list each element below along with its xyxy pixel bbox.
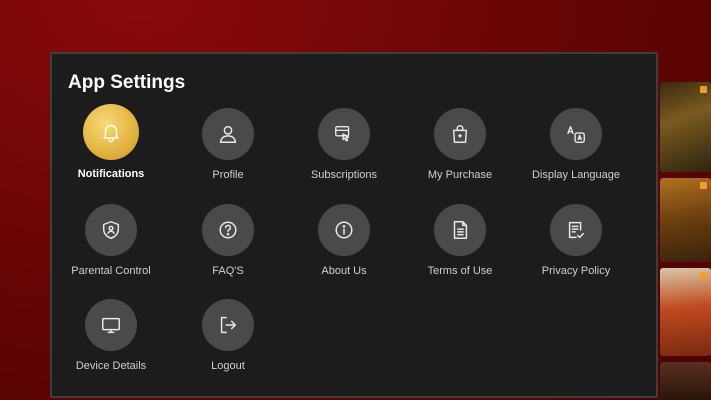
logout-icon xyxy=(220,316,237,334)
user-icon xyxy=(219,125,237,143)
terms-of-use-button[interactable] xyxy=(434,204,486,256)
language-icon xyxy=(567,125,585,143)
settings-item-display-language[interactable]: Display Language xyxy=(517,108,635,181)
settings-item-label: Device Details xyxy=(75,360,147,372)
settings-item-label: Logout xyxy=(211,360,245,372)
movie-poster xyxy=(660,178,711,263)
notifications-button[interactable] xyxy=(83,104,139,160)
settings-item-device-details[interactable]: Device Details xyxy=(52,299,170,372)
about-us-button[interactable] xyxy=(318,204,370,256)
my-purchase-button[interactable] xyxy=(434,108,486,160)
policy-document-icon xyxy=(568,221,585,239)
settings-item-label: Notifications xyxy=(77,168,145,180)
settings-item-profile[interactable]: Profile xyxy=(169,108,287,181)
shield-icon xyxy=(102,221,120,239)
settings-item-about-us[interactable]: About Us xyxy=(285,204,403,277)
download-badge-icon xyxy=(700,182,707,190)
bell-icon xyxy=(103,124,119,143)
app-settings-panel: App Settings Notifications Profile Subsc… xyxy=(50,52,658,398)
shopping-bag-icon xyxy=(452,125,468,143)
profile-button[interactable] xyxy=(202,108,254,160)
settings-item-label: My Purchase xyxy=(427,169,493,181)
subscriptions-button[interactable] xyxy=(318,108,370,160)
faqs-button[interactable] xyxy=(202,204,254,256)
question-icon xyxy=(219,221,237,239)
settings-item-label: About Us xyxy=(321,265,367,277)
settings-item-label: Privacy Policy xyxy=(541,265,611,277)
settings-item-parental-control[interactable]: Parental Control xyxy=(52,204,170,277)
settings-item-label: Terms of Use xyxy=(427,265,493,277)
download-badge-icon xyxy=(700,86,707,93)
settings-item-label: Display Language xyxy=(531,169,621,181)
info-icon xyxy=(335,221,353,239)
document-icon xyxy=(453,221,468,239)
privacy-policy-button[interactable] xyxy=(550,204,602,256)
settings-item-faqs[interactable]: FAQ'S xyxy=(169,204,287,277)
monitor-icon xyxy=(102,317,120,334)
page-title: App Settings xyxy=(68,72,186,93)
settings-item-label: Profile xyxy=(212,169,244,181)
background-poster-strip xyxy=(660,82,711,400)
settings-item-my-purchase[interactable]: My Purchase xyxy=(401,108,519,181)
display-language-button[interactable] xyxy=(550,108,602,160)
settings-item-label: Parental Control xyxy=(71,265,151,277)
settings-item-subscriptions[interactable]: Subscriptions xyxy=(285,108,403,181)
movie-poster xyxy=(660,361,711,400)
settings-item-privacy-policy[interactable]: Privacy Policy xyxy=(517,204,635,277)
settings-item-terms-of-use[interactable]: Terms of Use xyxy=(401,204,519,277)
movie-poster xyxy=(660,82,711,173)
parental-control-button[interactable] xyxy=(85,204,137,256)
device-details-button[interactable] xyxy=(85,299,137,351)
settings-item-label: FAQ'S xyxy=(212,265,244,277)
download-badge-icon xyxy=(700,272,707,280)
settings-item-label: Subscriptions xyxy=(310,169,378,181)
subscription-card-icon xyxy=(335,125,350,142)
settings-item-logout[interactable]: Logout xyxy=(169,299,287,372)
logout-button[interactable] xyxy=(202,299,254,351)
movie-poster xyxy=(660,268,711,356)
settings-item-notifications[interactable]: Notifications xyxy=(52,104,170,180)
